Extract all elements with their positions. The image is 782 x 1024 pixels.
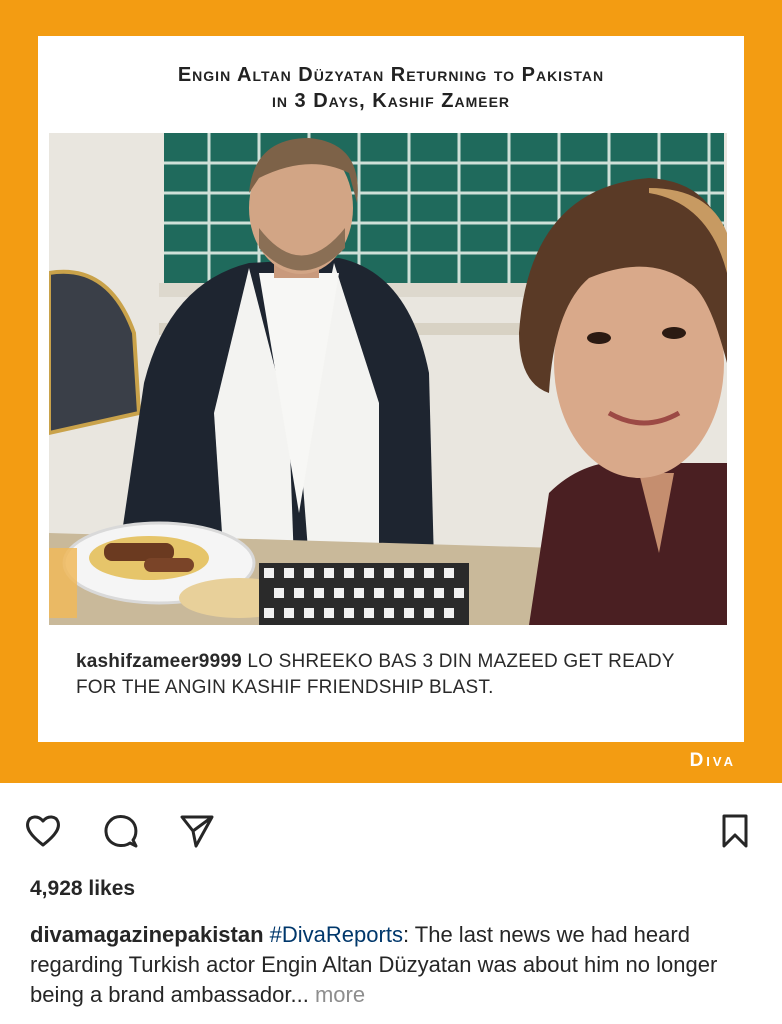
- selfie-photo: [49, 133, 727, 625]
- caption-handle: kashifzameer9999: [76, 651, 242, 672]
- news-card: Engin Altan Düzyatan Returning to Pakist…: [38, 36, 744, 742]
- bookmark-icon[interactable]: [714, 810, 756, 852]
- post-caption: kashifzameer9999 LO SHREEKO BAS 3 DIN MA…: [76, 649, 716, 701]
- headline-line-2: in 3 Days, Kashif Zameer: [271, 90, 511, 112]
- share-icon[interactable]: [176, 810, 218, 852]
- likes-count[interactable]: 4,928 likes: [30, 877, 135, 901]
- action-bar: [0, 800, 782, 860]
- hashtag-link[interactable]: #DivaReports: [270, 922, 403, 947]
- username-link[interactable]: divamagazinepakistan: [30, 922, 264, 947]
- more-link[interactable]: more: [309, 982, 365, 1007]
- headline: Engin Altan Düzyatan Returning to Pakist…: [38, 62, 744, 114]
- post-image[interactable]: Engin Altan Düzyatan Returning to Pakist…: [0, 0, 782, 783]
- headline-line-1: Engin Altan Düzyatan Returning to Pakist…: [177, 64, 605, 86]
- post-description: divamagazinepakistan #DivaReports: The l…: [30, 920, 760, 1010]
- brand-logo: Diva: [689, 750, 736, 771]
- comment-icon[interactable]: [100, 810, 142, 852]
- heart-icon[interactable]: [22, 810, 64, 852]
